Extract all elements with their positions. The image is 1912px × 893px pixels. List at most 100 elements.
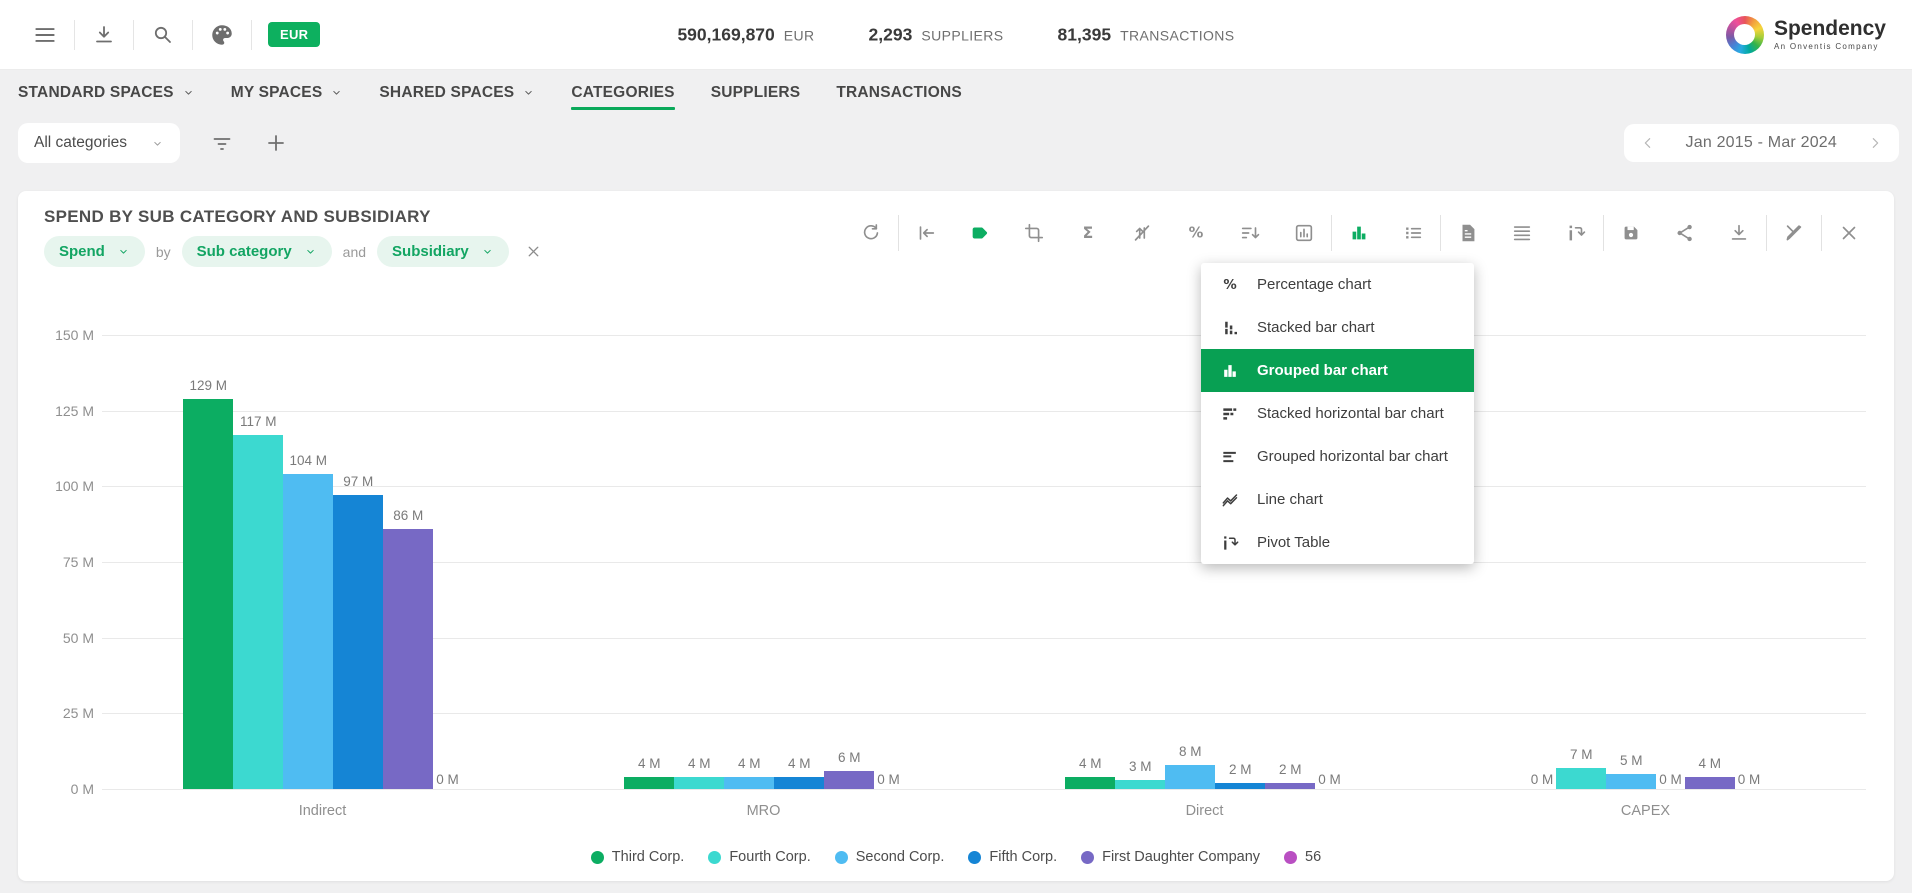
tag-icon bbox=[969, 222, 991, 244]
pivot-button[interactable] bbox=[1549, 213, 1603, 253]
menu-item-grouped-bar-chart[interactable]: Grouped bar chart bbox=[1201, 349, 1474, 392]
currency-badge[interactable]: EUR bbox=[268, 22, 320, 47]
dimension1-pill[interactable]: Sub category bbox=[182, 236, 332, 267]
bar[interactable]: 4 M bbox=[724, 777, 774, 789]
bar[interactable]: 7 M bbox=[1556, 768, 1606, 789]
crop-button[interactable] bbox=[1007, 213, 1061, 253]
bar-value-label: 4 M bbox=[738, 756, 761, 771]
sigma-button[interactable]: Σ bbox=[1061, 213, 1115, 253]
menu-button[interactable] bbox=[16, 13, 74, 57]
bar-value-label: 117 M bbox=[240, 414, 277, 429]
bar[interactable]: 8 M bbox=[1165, 765, 1215, 789]
share-icon bbox=[1674, 222, 1696, 244]
refresh-button[interactable] bbox=[844, 213, 898, 253]
tab-transactions[interactable]: TRANSACTIONS bbox=[836, 70, 962, 115]
menu-item-pivot-table[interactable]: Pivot Table bbox=[1201, 521, 1474, 564]
tag-button[interactable] bbox=[953, 213, 1007, 253]
menu-item-label: Stacked horizontal bar chart bbox=[1257, 405, 1444, 422]
pivot-icon bbox=[1220, 533, 1240, 553]
search-button[interactable] bbox=[134, 13, 192, 57]
legend-item[interactable]: Fifth Corp. bbox=[968, 849, 1057, 865]
line-chart-icon bbox=[1220, 490, 1240, 510]
list-button[interactable] bbox=[1386, 213, 1440, 253]
bar[interactable]: 4 M bbox=[624, 777, 674, 789]
tab-my-spaces[interactable]: MY SPACES bbox=[231, 70, 344, 115]
menu-item-grouped-horizontal-bar-chart[interactable]: Grouped horizontal bar chart bbox=[1201, 435, 1474, 478]
tab-shared-spaces[interactable]: SHARED SPACES bbox=[379, 70, 535, 115]
by-label: by bbox=[156, 244, 171, 260]
bar[interactable]: 4 M bbox=[674, 777, 724, 789]
rows-button[interactable] bbox=[1495, 213, 1549, 253]
palette-icon bbox=[209, 22, 235, 48]
save-button[interactable] bbox=[1604, 213, 1658, 253]
bar[interactable]: 0 M bbox=[1528, 770, 1557, 789]
chevron-right-icon[interactable] bbox=[1867, 135, 1883, 151]
download-button[interactable] bbox=[1712, 213, 1766, 253]
tools-button[interactable] bbox=[1767, 213, 1821, 253]
menu-item-stacked-horizontal-bar-chart[interactable]: Stacked horizontal bar chart bbox=[1201, 392, 1474, 435]
date-range-value: Jan 2015 - Mar 2024 bbox=[1686, 134, 1837, 152]
bar[interactable]: 0 M bbox=[433, 770, 462, 789]
sort-button[interactable] bbox=[1223, 213, 1277, 253]
legend-item[interactable]: Third Corp. bbox=[591, 849, 685, 865]
percent-button[interactable]: % bbox=[1169, 213, 1223, 253]
logo-ring-icon bbox=[1726, 16, 1764, 54]
close-button[interactable] bbox=[1822, 213, 1876, 253]
measure-pill[interactable]: Spend bbox=[44, 236, 145, 267]
menu-item-line-chart[interactable]: Line chart bbox=[1201, 478, 1474, 521]
brand-logo: Spendency An Onventis Company bbox=[1726, 16, 1886, 54]
share-button[interactable] bbox=[1658, 213, 1712, 253]
legend-item[interactable]: Second Corp. bbox=[835, 849, 945, 865]
tab-suppliers[interactable]: SUPPLIERS bbox=[711, 70, 801, 115]
x-axis-category-label: MRO bbox=[543, 803, 984, 819]
bar[interactable]: 3 M bbox=[1115, 780, 1165, 789]
category-select[interactable]: All categories bbox=[18, 123, 180, 163]
chevron-left-icon[interactable] bbox=[1640, 135, 1656, 151]
bar[interactable]: 104 M bbox=[283, 474, 333, 789]
date-range-picker[interactable]: Jan 2015 - Mar 2024 bbox=[1624, 124, 1899, 162]
legend-item[interactable]: 56 bbox=[1284, 849, 1321, 865]
measure-pill-label: Spend bbox=[59, 243, 105, 260]
remove-dimension-button[interactable] bbox=[525, 243, 542, 260]
dimension2-pill[interactable]: Subsidiary bbox=[377, 236, 509, 267]
legend-item[interactable]: Fourth Corp. bbox=[708, 849, 810, 865]
bar[interactable]: 4 M bbox=[1685, 777, 1735, 789]
bar[interactable]: 0 M bbox=[874, 770, 903, 789]
collapse-icon bbox=[915, 222, 937, 244]
export-button[interactable] bbox=[75, 13, 133, 57]
percent-icon: % bbox=[1220, 275, 1240, 295]
bar[interactable]: 2 M bbox=[1265, 783, 1315, 789]
bar-chart-button[interactable] bbox=[1332, 213, 1386, 253]
no-sort-icon bbox=[1131, 222, 1153, 244]
bar[interactable]: 97 M bbox=[333, 495, 383, 789]
note-button[interactable] bbox=[1441, 213, 1495, 253]
theme-button[interactable] bbox=[193, 13, 251, 57]
bar[interactable]: 117 M bbox=[233, 435, 283, 789]
tab-categories[interactable]: CATEGORIES bbox=[571, 70, 674, 115]
no-sort-button[interactable] bbox=[1115, 213, 1169, 253]
legend-item[interactable]: First Daughter Company bbox=[1081, 849, 1260, 865]
collapse-button[interactable] bbox=[899, 213, 953, 253]
bar[interactable]: 0 M bbox=[1656, 770, 1685, 789]
chart-box-button[interactable] bbox=[1277, 213, 1331, 253]
chevron-down-icon bbox=[522, 86, 535, 99]
bar[interactable]: 0 M bbox=[1735, 770, 1764, 789]
bar[interactable]: 2 M bbox=[1215, 783, 1265, 789]
menu-item-percentage-chart[interactable]: %Percentage chart bbox=[1201, 263, 1474, 306]
bar-value-label: 4 M bbox=[638, 756, 661, 771]
svg-text:%: % bbox=[1223, 278, 1236, 293]
bar[interactable]: 5 M bbox=[1606, 774, 1656, 789]
tab-label: STANDARD SPACES bbox=[18, 84, 174, 102]
bar[interactable]: 86 M bbox=[383, 529, 433, 789]
menu-item-stacked-bar-chart[interactable]: Stacked bar chart bbox=[1201, 306, 1474, 349]
bar[interactable]: 129 M bbox=[183, 399, 233, 789]
bar[interactable]: 4 M bbox=[774, 777, 824, 789]
bar-value-label: 4 M bbox=[1079, 756, 1102, 771]
tab-standard-spaces[interactable]: STANDARD SPACES bbox=[18, 70, 195, 115]
bar[interactable]: 0 M bbox=[1315, 770, 1344, 789]
bar[interactable]: 4 M bbox=[1065, 777, 1115, 789]
add-filter-button[interactable] bbox=[264, 131, 288, 155]
filter-button[interactable] bbox=[210, 131, 234, 155]
bar[interactable]: 6 M bbox=[824, 771, 874, 789]
chevron-down-icon bbox=[151, 137, 164, 150]
